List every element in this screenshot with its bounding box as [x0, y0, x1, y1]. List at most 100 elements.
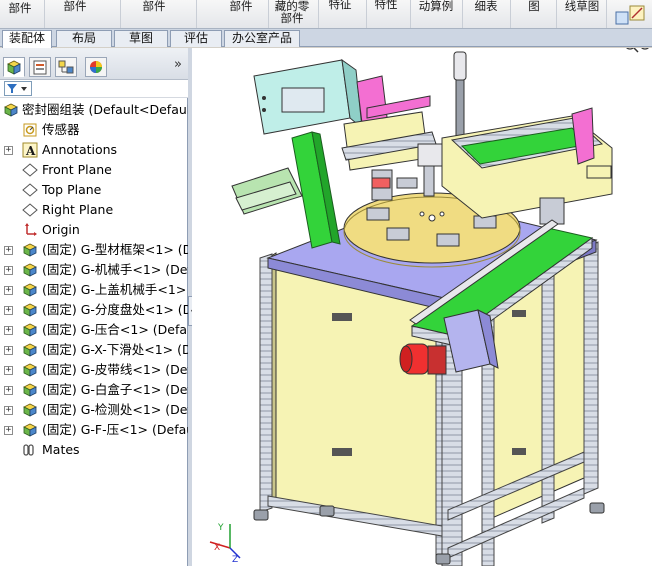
triad-x-label: X — [214, 543, 220, 553]
command-manager-ribbon: 部件 部件 部件 部件 藏的零 部件 特征 特性 动算例 细表 图 线草图 — [0, 0, 652, 29]
tab-sketch[interactable]: 草图 — [114, 30, 168, 47]
expand-toggle[interactable]: + — [4, 246, 13, 255]
feature-tree: 密封圈组装 (Default<Default 传感器 + A Annotatio… — [0, 100, 188, 466]
graphics-area[interactable]: Y X Z — [192, 48, 652, 566]
tree-item-label: (固定) G-型材框架<1> (De — [42, 242, 188, 257]
plane-icon — [22, 183, 38, 197]
expand-panel-button[interactable]: » — [174, 57, 182, 72]
tree-item-annotations[interactable]: + A Annotations — [0, 140, 188, 160]
tab-layout[interactable]: 布局 — [56, 30, 112, 47]
ribbon-item-0[interactable]: 部件 — [2, 0, 38, 28]
ribbon-item-3[interactable]: 部件 — [224, 0, 258, 28]
display-manager-tab[interactable] — [85, 57, 107, 77]
assembly-3d-model[interactable] — [192, 48, 652, 566]
tree-item-right-plane[interactable]: Right Plane — [0, 200, 188, 220]
tree-item-label: (固定) G-压合<1> (Defaul — [42, 322, 188, 337]
assembly-icon — [23, 323, 37, 337]
ribbon-item-7[interactable]: 特性 — [372, 0, 400, 27]
expand-toggle[interactable]: + — [4, 366, 13, 375]
tree-item-top-plane[interactable]: Top Plane — [0, 180, 188, 200]
tree-item-label: (固定) G-上盖机械手<1> ( — [42, 282, 188, 297]
tree-root-assembly[interactable]: 密封圈组装 (Default<Default — [0, 100, 188, 120]
expand-toggle[interactable]: + — [4, 146, 13, 155]
expand-toggle[interactable]: + — [4, 386, 13, 395]
display-manager-icon — [90, 61, 102, 73]
expand-toggle[interactable]: + — [4, 426, 13, 435]
tree-item-label: (固定) G-X-下滑处<1> (De — [42, 342, 188, 357]
tab-assembly[interactable]: 装配体 — [2, 30, 52, 48]
feature-tree-tab[interactable] — [3, 57, 25, 77]
expand-toggle[interactable]: + — [4, 346, 13, 355]
assembly-icon — [23, 283, 37, 297]
expand-toggle[interactable]: + — [4, 406, 13, 415]
quick-sketch-icon[interactable] — [614, 4, 646, 26]
tree-component-belt-line[interactable]: + (固定) G-皮带线<1> (Defa — [0, 360, 188, 380]
ribbon-item-11[interactable]: 线草图 — [560, 0, 604, 28]
tree-item-label: (固定) G-皮带线<1> (Defa — [42, 362, 188, 377]
plane-icon — [22, 203, 38, 217]
expand-toggle[interactable]: + — [4, 286, 13, 295]
tab-evaluate[interactable]: 评估 — [170, 30, 222, 47]
property-manager-tab[interactable] — [29, 57, 51, 77]
tree-item-front-plane[interactable]: Front Plane — [0, 160, 188, 180]
tree-component-index-plate[interactable]: + (固定) G-分度盘处<1> (De — [0, 300, 188, 320]
svg-text:A: A — [25, 144, 36, 158]
tree-item-label: 传感器 — [42, 122, 80, 137]
assembly-icon — [23, 263, 37, 277]
tree-item-label: Annotations — [42, 142, 118, 157]
configuration-manager-tab[interactable] — [55, 57, 77, 77]
tree-item-sensors[interactable]: 传感器 — [0, 120, 188, 140]
tree-component-lid-manipulator[interactable]: + (固定) G-上盖机械手<1> ( — [0, 280, 188, 300]
annotations-icon: A — [22, 142, 38, 158]
ribbon-item-2[interactable]: 部件 — [134, 0, 174, 28]
cabinet-handle — [332, 313, 352, 321]
tab-office-products[interactable]: 办公室产品 — [224, 30, 300, 47]
assembly-icon — [23, 403, 37, 417]
tree-component-press[interactable]: + (固定) G-压合<1> (Defaul — [0, 320, 188, 340]
ribbon-item-hidden-parts[interactable]: 藏的零 部件 — [272, 0, 312, 28]
solidworks-window: 部件 部件 部件 部件 藏的零 部件 特征 特性 动算例 细表 图 线草图 装配… — [0, 0, 652, 566]
triad-y-label: Y — [217, 523, 224, 533]
signal-tower — [453, 51, 467, 81]
ribbon-item-10[interactable]: 图 — [524, 0, 544, 28]
mates-icon — [23, 444, 34, 456]
expand-toggle[interactable]: + — [4, 306, 13, 315]
ribbon-item-6[interactable]: 特征 — [326, 0, 354, 27]
triad-z-label: Z — [232, 555, 238, 562]
expand-toggle[interactable]: + — [4, 326, 13, 335]
origin-icon — [25, 223, 37, 236]
ribbon-item-9[interactable]: 细表 — [470, 0, 502, 28]
tree-component-white-box[interactable]: + (固定) G-白盒子<1> (Defa — [0, 380, 188, 400]
ribbon-item-8[interactable]: 动算例 — [416, 0, 456, 28]
assembly-icon — [23, 383, 37, 397]
frame-rail-right — [583, 241, 599, 495]
assembly-icon — [23, 243, 37, 257]
tree-component-profile-frame[interactable]: + (固定) G-型材框架<1> (De — [0, 240, 188, 260]
tree-component-manipulator[interactable]: + (固定) G-机械手<1> (Defa — [0, 260, 188, 280]
tree-item-label: (固定) G-分度盘处<1> (De — [42, 302, 188, 317]
leveling-foot — [253, 509, 269, 521]
tree-item-label: (固定) G-检测处<1> (Defa — [42, 402, 188, 417]
assembly-icon — [23, 303, 37, 317]
frame-rail-left — [259, 253, 273, 513]
filter-icon — [7, 84, 27, 93]
zoom-area-icon[interactable] — [638, 48, 652, 54]
tree-component-f-press[interactable]: + (固定) G-F-压<1> (Defaul — [0, 420, 188, 440]
configuration-manager-icon — [58, 60, 74, 74]
tree-component-x-slide[interactable]: + (固定) G-X-下滑处<1> (De — [0, 340, 188, 360]
tree-item-label: Top Plane — [42, 182, 102, 197]
tree-item-origin[interactable]: Origin — [0, 220, 188, 240]
filter-input[interactable] — [4, 81, 32, 96]
feature-manager-panel: » 密封圈组装 (Default<Default 传感器 + A Annotat… — [0, 48, 188, 566]
tree-component-inspection[interactable]: + (固定) G-检测处<1> (Defa — [0, 400, 188, 420]
panel-tab-bar: » — [0, 48, 188, 80]
tree-item-label: (固定) G-白盒子<1> (Defa — [42, 382, 188, 397]
expand-toggle[interactable]: + — [4, 266, 13, 275]
feature-manager-icon — [7, 60, 21, 75]
ribbon-item-4-line2: 部件 — [280, 11, 304, 25]
ribbon-item-1[interactable]: 部件 — [60, 0, 90, 28]
tree-item-label: (固定) G-机械手<1> (Defa — [42, 262, 188, 277]
filter-row — [0, 80, 188, 98]
tree-item-mates[interactable]: Mates — [0, 440, 188, 460]
assembly-icon — [23, 343, 37, 357]
